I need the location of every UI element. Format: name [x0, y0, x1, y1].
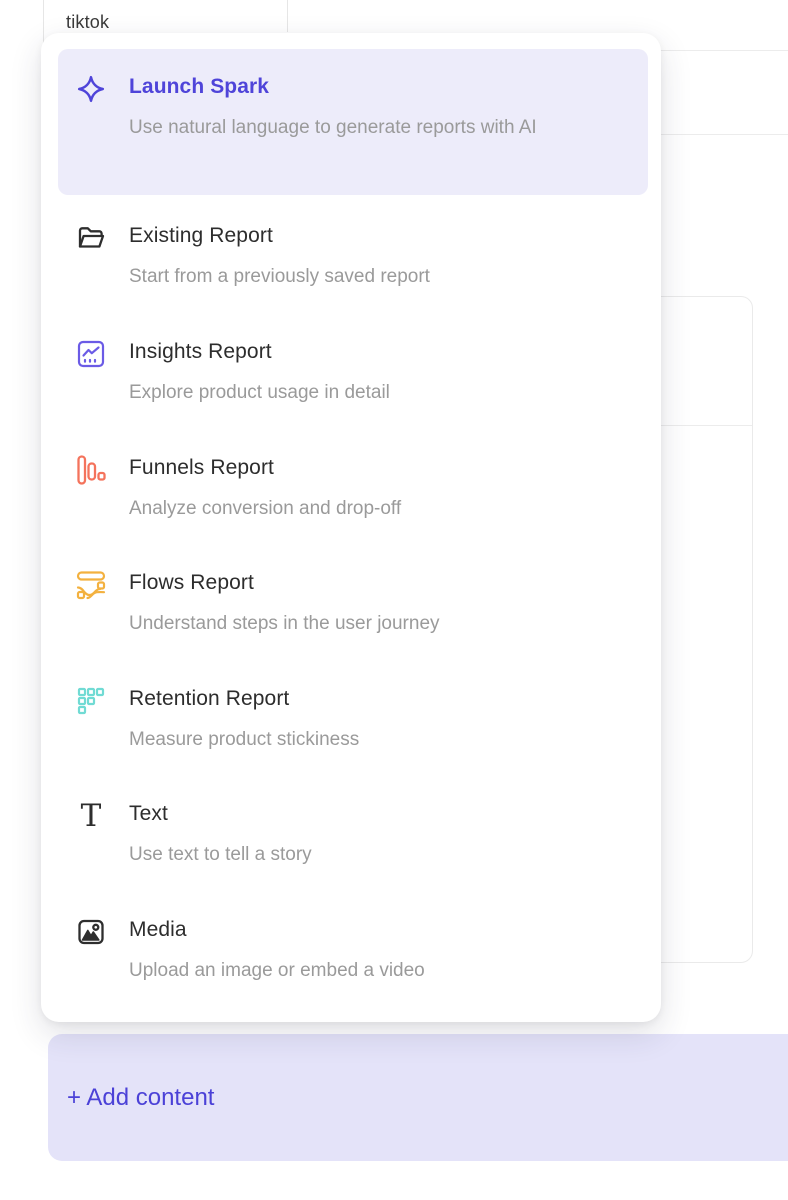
- menu-item-description: Start from a previously saved report: [129, 261, 430, 292]
- add-content-menu: Launch Spark Use natural language to gen…: [41, 33, 661, 1022]
- add-content-label: + Add content: [67, 1084, 214, 1112]
- background-row-divider: [650, 50, 788, 51]
- flows-icon: [76, 570, 106, 600]
- background-column-divider-2: [287, 0, 288, 32]
- menu-item-existing-report[interactable]: Existing Report Start from a previously …: [41, 222, 661, 292]
- menu-item-description: Explore product usage in detail: [129, 377, 390, 408]
- menu-item-title: Insights Report: [129, 338, 390, 366]
- background-row-label: tiktok: [66, 12, 109, 33]
- menu-item-description: Upload an image or embed a video: [129, 955, 425, 986]
- menu-item-media[interactable]: Media Upload an image or embed a video: [41, 916, 661, 986]
- menu-item-description: Measure product stickiness: [129, 724, 359, 755]
- menu-item-title: Existing Report: [129, 222, 430, 250]
- menu-item-title: Launch Spark: [129, 73, 537, 101]
- add-content-button[interactable]: + Add content: [48, 1034, 788, 1161]
- menu-item-title: Text: [129, 800, 312, 828]
- menu-item-insights-report[interactable]: Insights Report Explore product usage in…: [41, 338, 661, 408]
- text-icon: T: [76, 801, 106, 831]
- menu-item-flows-report[interactable]: Flows Report Understand steps in the use…: [41, 569, 661, 639]
- menu-item-description: Analyze conversion and drop-off: [129, 493, 401, 524]
- retention-grid-icon: [76, 686, 106, 716]
- menu-item-title: Funnels Report: [129, 454, 401, 482]
- menu-item-title: Media: [129, 916, 425, 944]
- background-row-divider-2: [650, 134, 788, 135]
- menu-item-retention-report[interactable]: Retention Report Measure product stickin…: [41, 685, 661, 755]
- menu-item-description: Use natural language to generate reports…: [129, 112, 537, 143]
- menu-item-description: Use text to tell a story: [129, 839, 312, 870]
- menu-item-text[interactable]: T Text Use text to tell a story: [41, 800, 661, 870]
- media-icon: [76, 917, 106, 947]
- menu-item-description: Understand steps in the user journey: [129, 608, 440, 639]
- funnel-bars-icon: [76, 455, 106, 485]
- menu-item-funnels-report[interactable]: Funnels Report Analyze conversion and dr…: [41, 454, 661, 524]
- menu-item-launch-spark[interactable]: Launch Spark Use natural language to gen…: [58, 49, 648, 195]
- menu-item-title: Retention Report: [129, 685, 359, 713]
- spark-icon: [76, 74, 106, 104]
- insights-chart-icon: [76, 339, 106, 369]
- folder-open-icon: [76, 223, 106, 253]
- menu-item-title: Flows Report: [129, 569, 440, 597]
